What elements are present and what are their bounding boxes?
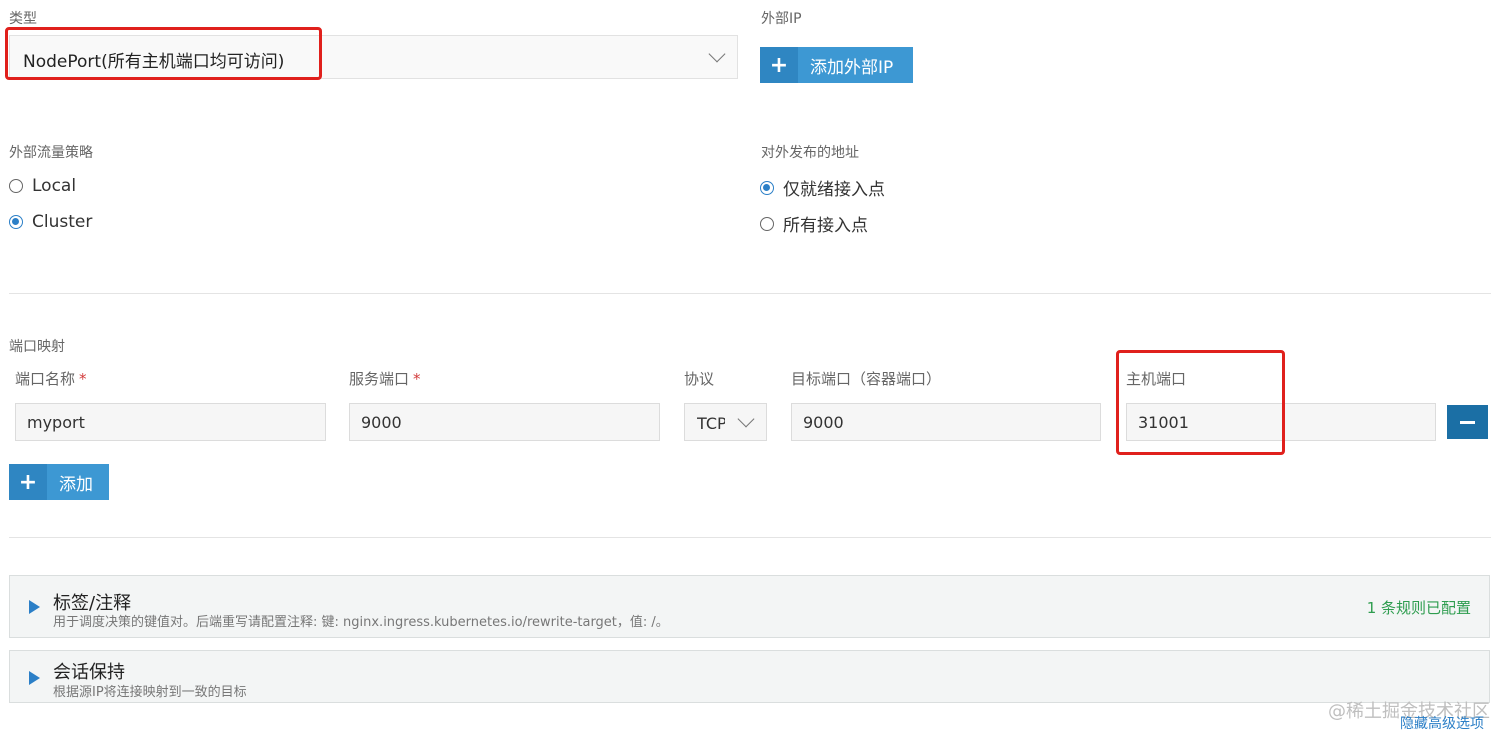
plus-icon: +: [760, 47, 798, 83]
labels-annotations-panel[interactable]: 标签/注释 用于调度决策的键值对。后端重写请配置注释: 键: nginx.ing…: [9, 575, 1490, 638]
add-external-ip-label: 添加外部IP: [810, 57, 894, 78]
expand-triangle-icon: [29, 600, 40, 614]
radio-cluster-label: Cluster: [32, 212, 93, 232]
divider: [9, 537, 1491, 538]
external-ip-label: 外部IP: [761, 11, 802, 27]
radio-local[interactable]: Local: [9, 176, 76, 196]
highlight-box-type: [5, 27, 322, 80]
minus-icon: [1460, 420, 1475, 424]
remove-port-button[interactable]: [1447, 405, 1488, 439]
add-external-ip-button[interactable]: + 添加外部IP: [760, 47, 913, 83]
radio-all-endpoints[interactable]: 所有接入点: [760, 211, 868, 236]
publish-address-label: 对外发布的地址: [761, 145, 859, 161]
protocol-label: 协议: [684, 370, 715, 388]
plus-icon: +: [9, 464, 47, 500]
session-panel-subtitle: 根据源IP将连接映射到一致的目标: [53, 685, 247, 700]
service-port-label: 服务端口 *: [349, 370, 421, 388]
rules-configured-status: 1 条规则已配置: [1366, 599, 1471, 617]
target-port-input[interactable]: [791, 403, 1101, 441]
radio-all-label: 所有接入点: [783, 216, 868, 236]
radio-cluster[interactable]: Cluster: [9, 212, 92, 232]
add-port-label: 添加: [59, 474, 93, 495]
add-port-button[interactable]: + 添加: [9, 464, 109, 500]
traffic-policy-label: 外部流量策略: [9, 145, 93, 161]
chevron-down-icon: [708, 45, 726, 63]
hide-advanced-link[interactable]: 隐藏高级选项: [1400, 713, 1484, 733]
divider: [9, 293, 1491, 294]
port-mapping-label: 端口映射: [9, 339, 65, 355]
port-name-input[interactable]: [15, 403, 326, 441]
radio-icon: [9, 179, 23, 193]
protocol-select[interactable]: TCP: [684, 403, 767, 441]
target-port-label: 目标端口（容器端口）: [791, 370, 942, 388]
radio-icon: [760, 216, 774, 231]
highlight-box-host-port: [1116, 350, 1285, 455]
service-type-label: 类型: [9, 11, 37, 27]
radio-checked-icon: [760, 180, 774, 195]
labels-panel-subtitle: 用于调度决策的键值对。后端重写请配置注释: 键: nginx.ingress.k…: [53, 615, 669, 630]
radio-checked-icon: [9, 215, 23, 229]
service-port-input[interactable]: [349, 403, 660, 441]
session-affinity-panel[interactable]: 会话保持 根据源IP将连接映射到一致的目标: [9, 650, 1490, 703]
expand-triangle-icon: [29, 671, 40, 685]
radio-ready-endpoints[interactable]: 仅就绪接入点: [760, 175, 885, 200]
port-name-label: 端口名称 *: [15, 370, 87, 388]
protocol-value: TCP: [697, 414, 725, 433]
radio-local-label: Local: [32, 176, 77, 196]
chevron-down-icon: [737, 410, 755, 428]
radio-ready-label: 仅就绪接入点: [783, 180, 885, 200]
